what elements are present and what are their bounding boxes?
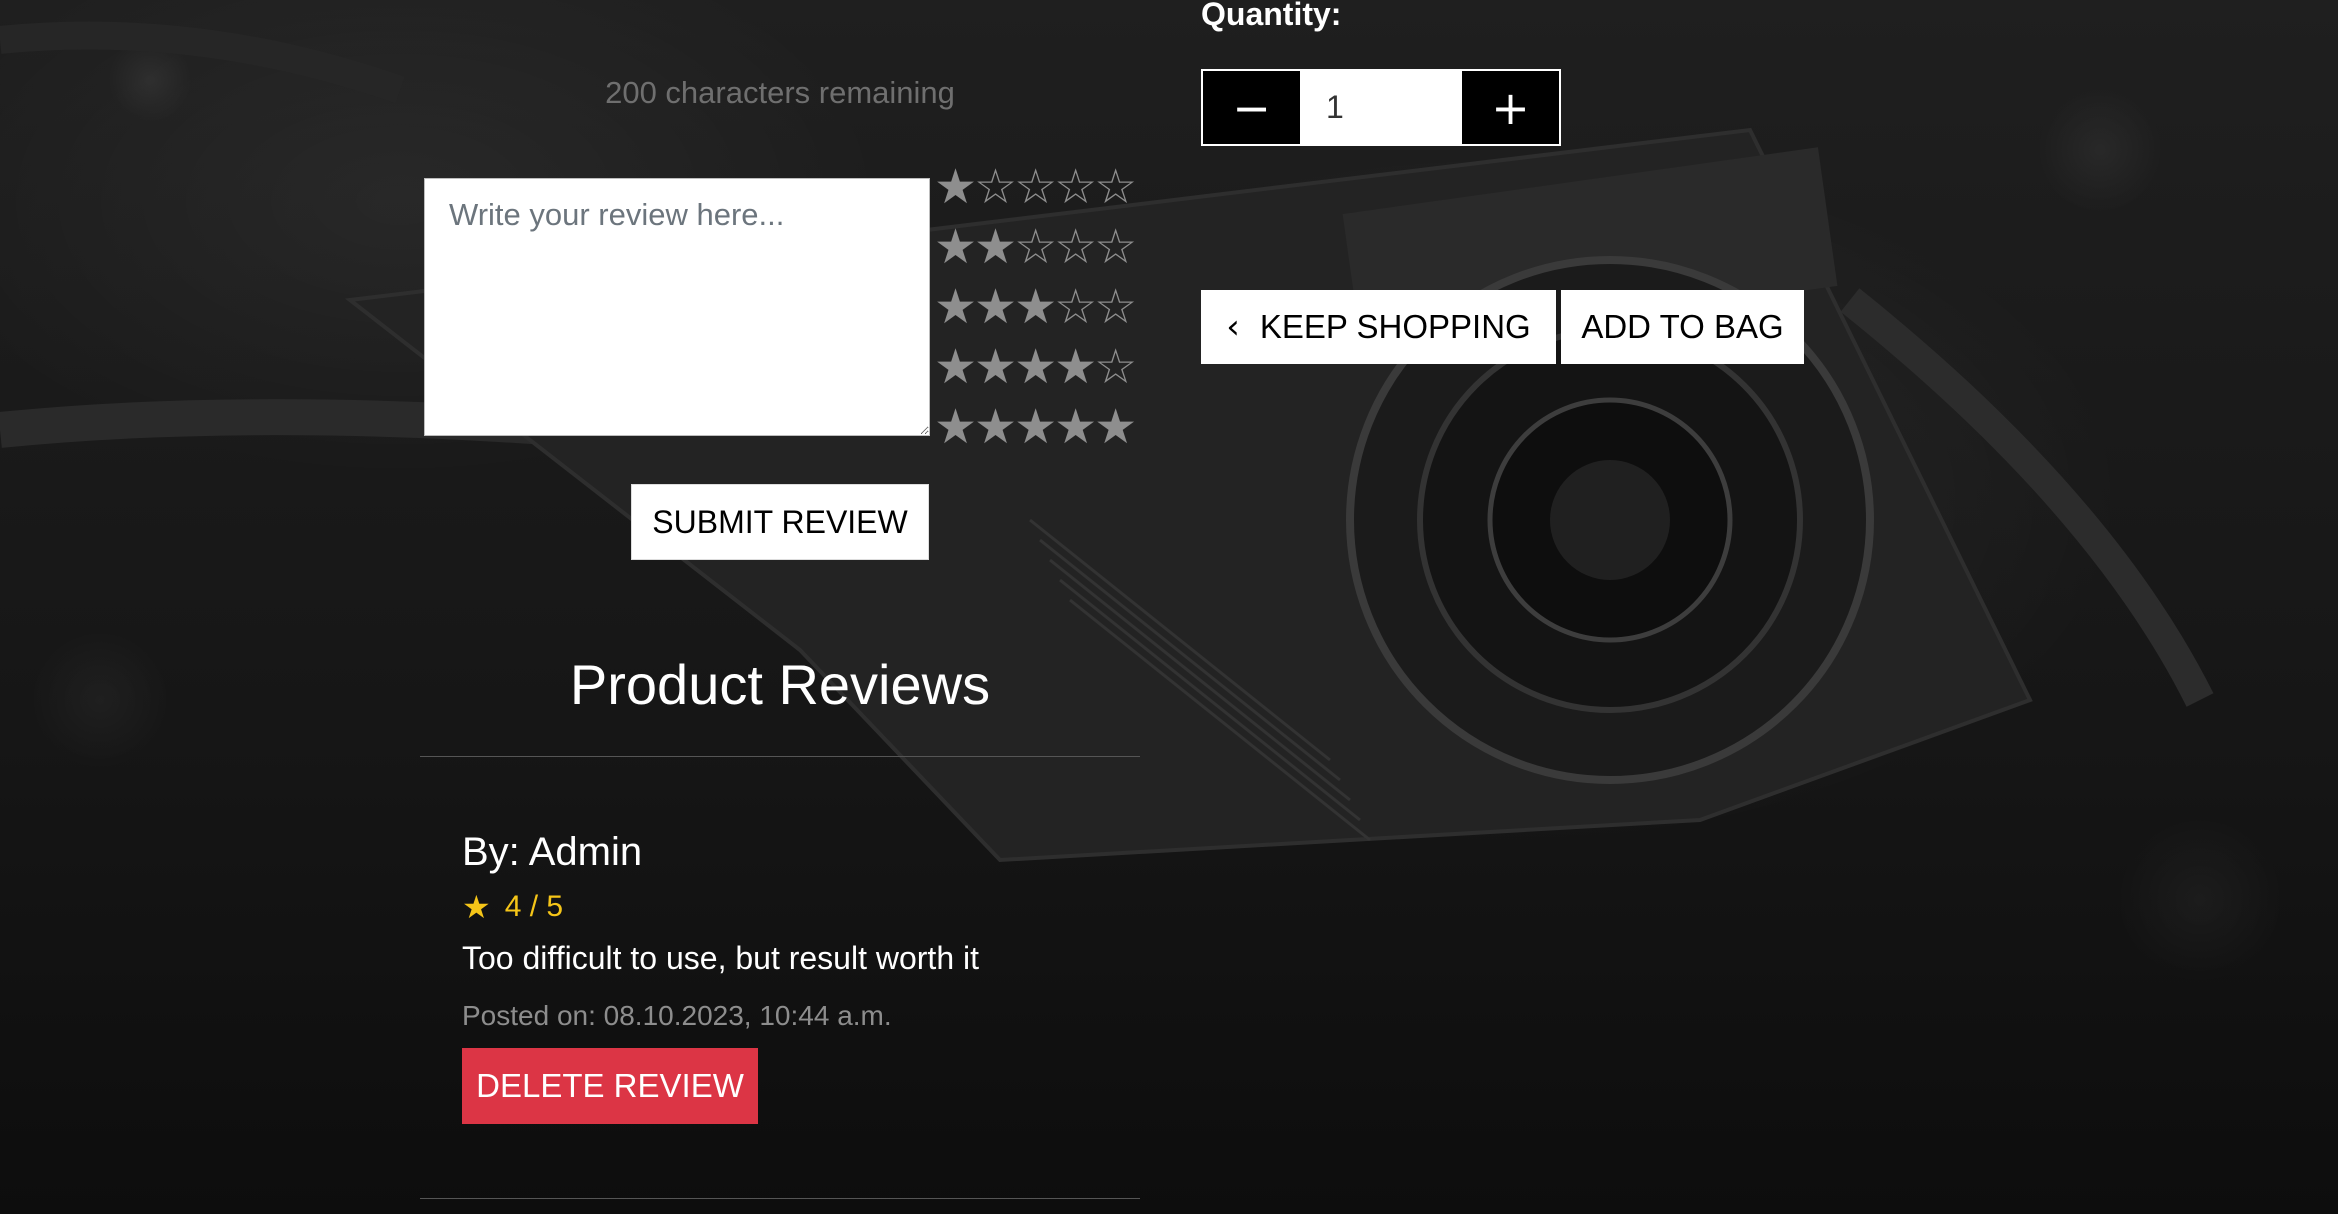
rating-option-3[interactable]: ★★★ ☆☆ — [934, 278, 1137, 338]
star-icon: ★★ — [934, 221, 1017, 274]
star-rating-selector: ★ ☆☆☆☆ ★★ ☆☆☆ ★★★ ☆☆ ★★★★ ☆ ★★★★★ — [934, 158, 1137, 458]
quantity-input[interactable] — [1300, 71, 1462, 144]
rating-option-5[interactable]: ★★★★★ — [934, 398, 1137, 458]
star-icon: ★ — [462, 889, 491, 925]
rating-option-2[interactable]: ★★ ☆☆☆ — [934, 218, 1137, 278]
reviews-divider-bottom — [420, 1198, 1140, 1199]
add-to-bag-button[interactable]: ADD TO BAG — [1561, 290, 1804, 364]
keep-shopping-button[interactable]: ‹ KEEP SHOPPING — [1201, 290, 1556, 364]
review-author: By: Admin — [462, 830, 643, 874]
star-icon: ★★★ — [934, 281, 1057, 334]
star-outline-icon: ☆☆☆☆ — [974, 161, 1137, 214]
rating-option-4[interactable]: ★★★★ ☆ — [934, 338, 1137, 398]
star-outline-icon: ☆☆☆ — [1014, 221, 1137, 274]
review-rating-value: 4 / 5 — [504, 890, 564, 923]
star-outline-icon: ☆☆ — [1054, 281, 1137, 334]
star-icon: ★★★★★ — [934, 401, 1137, 454]
decrement-button[interactable]: − — [1203, 71, 1300, 144]
plus-icon: + — [1491, 80, 1530, 135]
delete-review-button[interactable]: DELETE REVIEW — [462, 1048, 758, 1124]
review-body: Too difficult to use, but result worth i… — [462, 940, 979, 976]
star-outline-icon: ☆ — [1094, 341, 1137, 394]
review-date: Posted on: 08.10.2023, 10:44 a.m. — [462, 1000, 892, 1031]
increment-button[interactable]: + — [1462, 71, 1559, 144]
reviews-divider-top — [420, 756, 1140, 757]
review-rating: ★ 4 / 5 — [462, 888, 563, 926]
keep-shopping-label: KEEP SHOPPING — [1259, 308, 1531, 345]
minus-icon: − — [1232, 80, 1271, 135]
background-camera-photo — [0, 0, 2338, 1214]
rating-option-1[interactable]: ★ ☆☆☆☆ — [934, 158, 1137, 218]
quantity-stepper: − + — [1201, 69, 1561, 146]
quantity-label: Quantity: — [1201, 0, 1342, 32]
star-icon: ★ — [934, 161, 977, 214]
review-text-input[interactable] — [424, 178, 930, 436]
chevron-left-icon: ‹ — [1226, 307, 1240, 347]
star-icon: ★★★★ — [934, 341, 1097, 394]
product-reviews-heading: Product Reviews — [569, 653, 991, 716]
submit-review-button[interactable]: SUBMIT REVIEW — [631, 484, 929, 560]
camera-illustration — [0, 21, 2214, 863]
characters-remaining-counter: 200 characters remaining — [605, 75, 955, 110]
